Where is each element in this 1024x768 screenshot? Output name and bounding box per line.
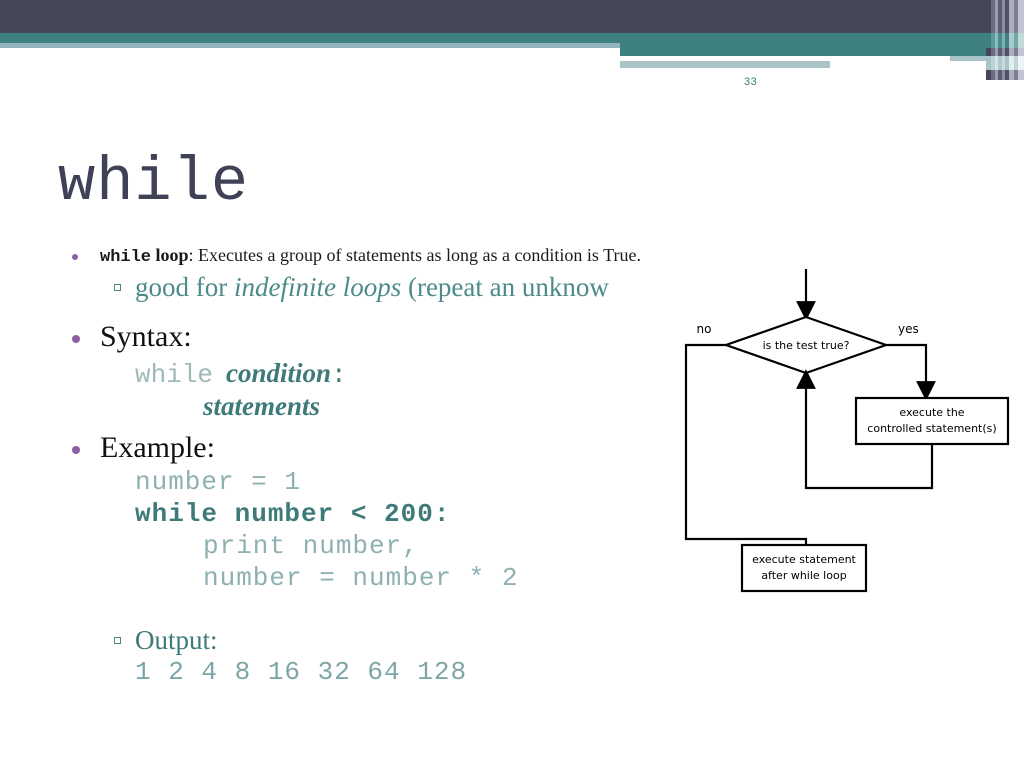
box-execute-after: [740, 543, 868, 593]
box-execute-line2: controlled statement(s): [867, 422, 996, 435]
flow-no-branch: [684, 343, 816, 587]
header-band-pale-strip: [620, 61, 830, 68]
output-values: 1 2 4 8 16 32 64 128: [135, 657, 468, 687]
box-after-line1: execute statement: [752, 553, 856, 566]
bullet-good-for: good for indefinite loops (repeat an unk…: [135, 272, 609, 303]
syntax-statements: statements: [203, 391, 321, 421]
header-band-teal-right: [620, 48, 1024, 56]
syntax-keyword: while: [135, 360, 214, 390]
syntax-heading: Syntax:: [100, 320, 192, 353]
page-title: while: [58, 147, 250, 218]
box-execute-controlled: [854, 396, 1010, 446]
while-loop-flowchart: is the test true? yes no execute the con…: [660, 255, 1024, 615]
bullet-square-icon: [114, 284, 121, 291]
decision-label: is the test true?: [763, 339, 850, 352]
example-heading: Example:: [100, 431, 215, 464]
syntax-code-line: while condition:: [135, 358, 347, 390]
bullet-while-loop: while loop: Executes a group of statemen…: [100, 245, 641, 267]
header-vertical-stripes-pale: [986, 56, 1024, 70]
example-code-line-4: number = number * 2: [203, 563, 519, 593]
header-band-white-left: [0, 48, 620, 80]
page-number: 33: [744, 76, 758, 88]
bullet-dot-icon: [72, 254, 78, 260]
example-code-line-3: print number,: [203, 531, 419, 561]
example-code-line-1: number = 1: [135, 467, 302, 497]
box-after-line2: after while loop: [761, 569, 846, 582]
header-vertical-stripes-teal: [986, 33, 1024, 48]
bullet-dot-icon: [72, 335, 80, 343]
while-loop-desc: : Executes a group of statements as long…: [188, 245, 641, 265]
output-heading: Output:: [135, 625, 218, 655]
good-for-prefix: good for: [135, 272, 234, 302]
syntax-colon: :: [331, 360, 347, 390]
while-keyword: while: [100, 248, 152, 267]
good-for-italic: indefinite loops: [233, 272, 402, 302]
bullet-dot-icon: [72, 446, 80, 454]
example-code-line-2: while number < 200:: [135, 499, 451, 529]
slide-header-decoration: [0, 0, 1024, 80]
good-for-suffix: (repeat an unknow: [401, 272, 609, 302]
label-no: no: [697, 322, 712, 336]
box-execute-line1: execute the: [899, 406, 964, 419]
bullet-square-icon: [114, 637, 121, 644]
label-yes: yes: [898, 322, 919, 336]
while-loop-bold: loop: [151, 245, 189, 265]
flow-yes-branch: [886, 343, 936, 401]
syntax-condition: condition: [226, 358, 332, 388]
header-band-dark: [0, 0, 1024, 33]
header-band-white-bottom: [620, 68, 1024, 80]
